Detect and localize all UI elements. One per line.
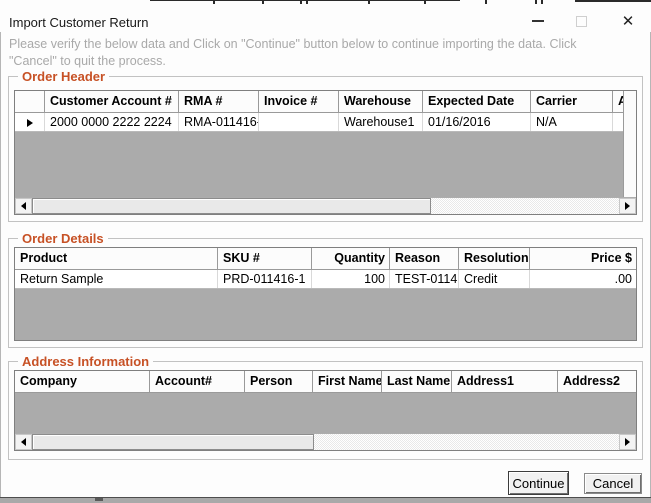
address-information-group-label: Address Information [18, 354, 153, 369]
cell-expected-date[interactable]: 01/16/2016 [423, 113, 531, 131]
cell-product[interactable]: Return Sample [15, 270, 218, 288]
scroll-left-button[interactable] [15, 434, 32, 450]
order-details-row[interactable]: Return Sample PRD-011416-1 100 TEST-0114… [15, 270, 636, 289]
scroll-right-button[interactable] [619, 434, 636, 450]
address-horizontal-scrollbar[interactable] [15, 433, 636, 450]
column-header-rma[interactable]: RMA # [179, 91, 259, 112]
instruction-text: Please verify the below data and Click o… [9, 36, 623, 70]
cell-sku[interactable]: PRD-011416-1 [218, 270, 312, 288]
column-header-resolution[interactable]: Resolution [459, 248, 530, 269]
window-title: Import Customer Return [9, 15, 148, 30]
cell-invoice[interactable] [259, 113, 339, 131]
address-grid-header: Company Account# Person First Name Last … [15, 371, 636, 393]
column-header-last-name[interactable]: Last Name [382, 371, 452, 392]
order-header-horizontal-scrollbar[interactable] [15, 197, 636, 214]
minimize-icon [532, 20, 544, 22]
column-header-address2[interactable]: Address2 [558, 371, 636, 392]
current-row-arrow-icon [27, 119, 33, 127]
vertical-scrollbar-track[interactable] [623, 91, 636, 198]
column-header-first-name[interactable]: First Name [313, 371, 382, 392]
order-details-group-label: Order Details [18, 231, 108, 246]
continue-button[interactable]: Continue [508, 471, 569, 495]
minimize-button[interactable] [522, 10, 554, 32]
maximize-icon [576, 16, 587, 27]
scrollbar-thumb[interactable] [32, 434, 314, 450]
column-header-reason[interactable]: Reason [390, 248, 459, 269]
cell-resolution[interactable]: Credit [459, 270, 530, 288]
close-icon: ✕ [622, 14, 635, 29]
cancel-button[interactable]: Cancel [584, 473, 642, 494]
column-header-product[interactable]: Product [15, 248, 218, 269]
column-header-account[interactable]: Account# [150, 371, 245, 392]
scrollbar-track[interactable] [32, 434, 619, 450]
close-button[interactable]: ✕ [612, 10, 644, 32]
column-header-company[interactable]: Company [15, 371, 150, 392]
maximize-button [565, 10, 597, 32]
cell-warehouse[interactable]: Warehouse1 [339, 113, 423, 131]
scroll-right-icon [625, 438, 630, 446]
background-window-artifact [575, 0, 651, 2]
order-header-group-label: Order Header [18, 69, 109, 84]
cell-carrier[interactable]: N/A [531, 113, 613, 131]
title-bar: Import Customer Return ✕ [0, 4, 651, 32]
order-header-grid[interactable]: Customer Account # RMA # Invoice # Wareh… [14, 90, 637, 215]
column-header-warehouse[interactable]: Warehouse [339, 91, 423, 112]
column-header-sku[interactable]: SKU # [218, 248, 312, 269]
column-header-expected-date[interactable]: Expected Date [423, 91, 531, 112]
cell-customer-account[interactable]: 2000 0000 2222 2224 [45, 113, 179, 131]
scrollbar-thumb[interactable] [32, 198, 431, 214]
column-header-customer-account[interactable]: Customer Account # [45, 91, 179, 112]
order-header-row[interactable]: 2000 0000 2222 2224 RMA-011416- Warehous… [15, 113, 624, 132]
column-header-row-selector [15, 91, 45, 112]
column-header-price[interactable]: Price $ [530, 248, 636, 269]
background-window-artifact [150, 0, 460, 1]
order-details-grid[interactable]: Product SKU # Quantity Reason Resolution… [14, 247, 637, 341]
cell-quantity[interactable]: 100 [312, 270, 390, 288]
row-selector-cell[interactable] [15, 113, 45, 131]
scroll-left-button[interactable] [15, 198, 32, 214]
scroll-right-icon [625, 202, 630, 210]
scroll-left-icon [21, 202, 26, 210]
column-header-carrier[interactable]: Carrier [531, 91, 613, 112]
cell-rma[interactable]: RMA-011416- [179, 113, 259, 131]
background-window-artifact [95, 498, 103, 501]
scroll-right-button[interactable] [619, 198, 636, 214]
order-header-group: Order Header Customer Account # RMA # In… [8, 76, 643, 222]
cell-reason[interactable]: TEST-01141 [390, 270, 459, 288]
scroll-left-icon [21, 438, 26, 446]
column-header-address1[interactable]: Address1 [452, 371, 558, 392]
address-information-grid[interactable]: Company Account# Person First Name Last … [14, 370, 637, 451]
order-details-group: Order Details Product SKU # Quantity Rea… [8, 238, 643, 348]
order-header-grid-header: Customer Account # RMA # Invoice # Wareh… [15, 91, 624, 113]
column-header-quantity[interactable]: Quantity [312, 248, 390, 269]
address-information-group: Address Information Company Account# Per… [8, 361, 643, 460]
column-header-invoice[interactable]: Invoice # [259, 91, 339, 112]
cell-price[interactable]: .00 [530, 270, 636, 288]
column-header-person[interactable]: Person [245, 371, 313, 392]
scrollbar-track[interactable] [32, 198, 619, 214]
order-details-grid-header: Product SKU # Quantity Reason Resolution… [15, 248, 636, 270]
